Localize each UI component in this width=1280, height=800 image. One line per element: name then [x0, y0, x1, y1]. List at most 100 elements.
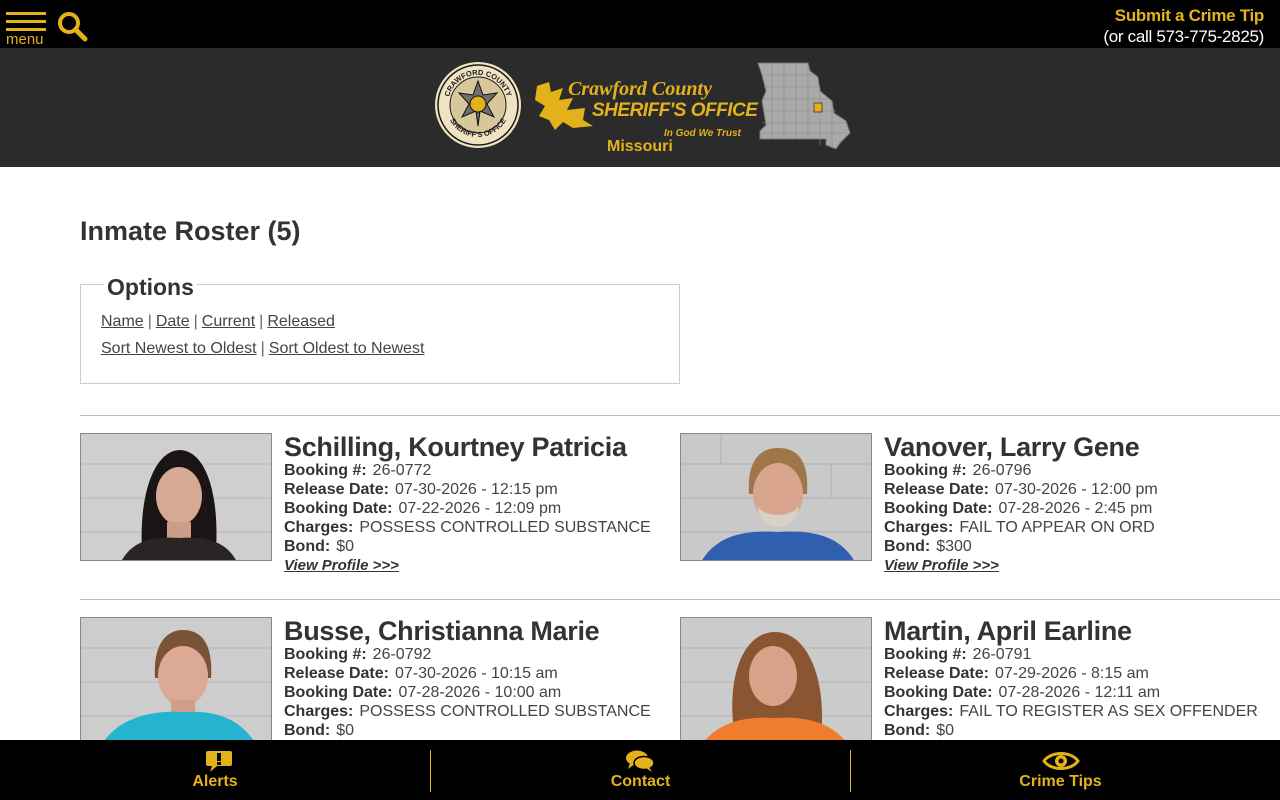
- contact-nav-item[interactable]: Contact: [431, 740, 850, 800]
- sort-oldest-link[interactable]: Sort Oldest to Newest: [269, 340, 425, 357]
- inmate-photo[interactable]: [80, 617, 272, 745]
- filter-released-link[interactable]: Released: [267, 313, 335, 330]
- inmate-photo[interactable]: [680, 617, 872, 745]
- release-date: 07-29-2026 - 8:15 am: [994, 665, 1149, 682]
- booking-date-label: Booking Date:: [884, 684, 993, 701]
- top-bar: menu Submit a Crime Tip (or call 573-775…: [0, 0, 1280, 48]
- release-date: 07-30-2026 - 10:15 am: [394, 665, 558, 682]
- release-label: Release Date:: [884, 481, 989, 498]
- filter-name-link[interactable]: Name: [101, 313, 144, 330]
- booking-number: 26-0796: [972, 462, 1032, 479]
- charges: FAIL TO APPEAR ON ORD: [959, 519, 1155, 536]
- bond-row: Bond: $0: [284, 537, 651, 556]
- booking-date-row: Booking Date: 07-28-2026 - 12:11 am: [884, 683, 1258, 702]
- view-profile-link[interactable]: View Profile >>>: [284, 556, 651, 575]
- menu-label: menu: [6, 31, 44, 48]
- charges-row: Charges: FAIL TO APPEAR ON ORD: [884, 518, 1158, 537]
- missouri-map-icon: [756, 61, 852, 150]
- view-profile-link[interactable]: View Profile >>>: [884, 556, 1158, 575]
- booking-date: 07-28-2026 - 12:11 am: [998, 684, 1161, 701]
- bond-label: Bond:: [884, 538, 931, 555]
- booking-date: 07-22-2026 - 12:09 pm: [398, 500, 562, 517]
- sort-newest-link[interactable]: Sort Newest to Oldest: [101, 340, 257, 357]
- release-date-row: Release Date: 07-30-2026 - 12:15 pm: [284, 480, 651, 499]
- release-date: 07-30-2026 - 12:15 pm: [394, 481, 558, 498]
- logo-office: SHERIFF'S OFFICE: [592, 100, 758, 121]
- inmate-card: Vanover, Larry Gene Booking #: 26-0796 Re…: [680, 433, 1270, 593]
- release-label: Release Date:: [884, 665, 989, 682]
- crime-tips-nav-item[interactable]: Crime Tips: [851, 740, 1270, 800]
- booking-number: 26-0791: [972, 646, 1032, 663]
- inmate-photo[interactable]: [680, 433, 872, 561]
- filter-date-link[interactable]: Date: [156, 313, 190, 330]
- charges-label: Charges:: [884, 519, 954, 536]
- star-county-shape-icon: [535, 82, 593, 130]
- header-banner: CRAWFORD COUNTY SHERIFF'S OFFICE Crawfor…: [0, 48, 1280, 167]
- bond: $0: [336, 722, 354, 739]
- booking-date-row: Booking Date: 07-28-2026 - 2:45 pm: [884, 499, 1158, 518]
- booking-number-row: Booking #: 26-0796: [884, 461, 1158, 480]
- release-date-row: Release Date: 07-30-2026 - 10:15 am: [284, 664, 651, 683]
- booking-date: 07-28-2026 - 2:45 pm: [998, 500, 1153, 517]
- bond-row: Bond: $0: [284, 721, 651, 740]
- charges: POSSESS CONTROLLED SUBSTANCE: [359, 703, 651, 720]
- menu-button[interactable]: menu: [6, 10, 46, 48]
- inmate-photo[interactable]: [80, 433, 272, 561]
- crime-tip-link[interactable]: Submit a Crime Tip (or call 573-775-2825…: [1103, 6, 1264, 48]
- booking-date-row: Booking Date: 07-22-2026 - 12:09 pm: [284, 499, 651, 518]
- booking-date-label: Booking Date:: [284, 684, 393, 701]
- release-date-row: Release Date: 07-29-2026 - 8:15 am: [884, 664, 1258, 683]
- separator: |: [259, 313, 264, 330]
- inmate-info: Schilling, Kourtney Patricia Booking #: 2…: [284, 433, 651, 575]
- separator: |: [147, 313, 152, 330]
- crime-tip-title: Submit a Crime Tip: [1114, 6, 1265, 25]
- crime-tip-phone: (or call 573-775-2825): [1103, 27, 1264, 46]
- booking-date: 07-28-2026 - 10:00 am: [398, 684, 562, 701]
- hamburger-icon: [6, 12, 46, 15]
- bond-label: Bond:: [284, 722, 331, 739]
- filter-current-link[interactable]: Current: [202, 313, 255, 330]
- booking-date-row: Booking Date: 07-28-2026 - 10:00 am: [284, 683, 651, 702]
- inmate-name[interactable]: Vanover, Larry Gene: [884, 433, 1158, 461]
- booking-label: Booking #:: [284, 462, 367, 479]
- contact-label: Contact: [610, 773, 671, 790]
- inmate-info: Busse, Christianna Marie Booking #: 26-07…: [284, 617, 651, 740]
- inmate-name[interactable]: Schilling, Kourtney Patricia: [284, 433, 651, 461]
- release-label: Release Date:: [284, 481, 389, 498]
- page-title: Inmate Roster (5): [80, 216, 301, 246]
- search-icon[interactable]: [56, 10, 88, 42]
- inmate-info: Vanover, Larry Gene Booking #: 26-0796 Re…: [884, 433, 1158, 575]
- booking-number-row: Booking #: 26-0791: [884, 645, 1258, 664]
- inmate-name[interactable]: Martin, April Earline: [884, 617, 1258, 645]
- release-date: 07-30-2026 - 12:00 pm: [994, 481, 1158, 498]
- logo-motto: In God We Trust: [664, 128, 741, 139]
- booking-number-row: Booking #: 26-0792: [284, 645, 651, 664]
- bond: $0: [336, 538, 354, 555]
- bond-label: Bond:: [884, 722, 931, 739]
- bond-label: Bond:: [284, 538, 331, 555]
- bond: $300: [936, 538, 972, 555]
- divider: [80, 415, 1280, 416]
- divider: [80, 599, 1280, 600]
- crime-tips-label: Crime Tips: [1019, 773, 1102, 790]
- bond-row: Bond: $0: [884, 721, 1258, 740]
- filter-links: Name | Date | Current | Released: [101, 313, 335, 331]
- options-legend: Options: [104, 274, 197, 301]
- release-date-row: Release Date: 07-30-2026 - 12:00 pm: [884, 480, 1158, 499]
- booking-number: 26-0772: [372, 462, 432, 479]
- alert-bubble-icon: [206, 751, 232, 772]
- inmate-info: Martin, April Earline Booking #: 26-0791 …: [884, 617, 1258, 740]
- alerts-nav-item[interactable]: Alerts: [0, 740, 430, 800]
- chat-bubbles-icon: [626, 750, 655, 772]
- booking-label: Booking #:: [884, 462, 967, 479]
- booking-label: Booking #:: [884, 646, 967, 663]
- bottom-nav: Alerts Contact Crime Tips: [0, 740, 1280, 800]
- eye-icon: [1042, 752, 1080, 770]
- release-label: Release Date:: [284, 665, 389, 682]
- logo-state: Missouri: [607, 138, 673, 155]
- separator: |: [260, 340, 265, 357]
- inmate-name[interactable]: Busse, Christianna Marie: [284, 617, 651, 645]
- charges-label: Charges:: [284, 703, 354, 720]
- charges: POSSESS CONTROLLED SUBSTANCE: [359, 519, 651, 536]
- booking-number-row: Booking #: 26-0772: [284, 461, 651, 480]
